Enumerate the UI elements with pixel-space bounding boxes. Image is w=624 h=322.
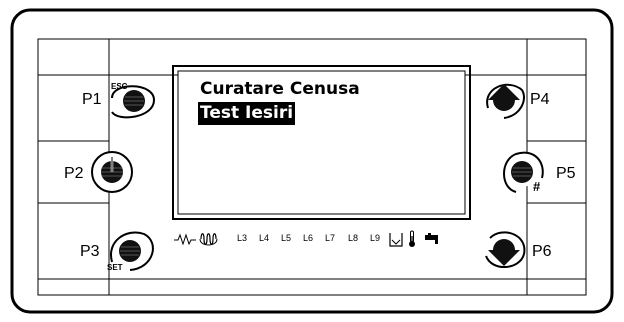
dot-icon: [123, 90, 145, 112]
indicator-row: L3 L4 L5 L6 L7 L8 L9: [174, 230, 474, 252]
resistor-icon: [174, 233, 196, 245]
tap-icon: [425, 233, 438, 244]
p2-power-button[interactable]: [88, 148, 136, 196]
lcd-display: Curatare Cenusa Test Iesiri: [180, 73, 463, 212]
p5-button-shape: [503, 151, 544, 193]
arrow-down-icon: [485, 231, 526, 268]
p3-set-button[interactable]: SET: [104, 226, 156, 274]
p5-label: P5: [556, 165, 576, 182]
lcd-line-1: Curatare Cenusa: [200, 81, 360, 98]
dot-icon: [511, 161, 533, 183]
dot-icon: [119, 240, 141, 262]
p4-label: P4: [530, 91, 550, 108]
thermometer-icon: [409, 230, 415, 247]
p2-label: P2: [64, 165, 84, 182]
p6-label: P6: [532, 243, 552, 260]
p1-esc-button[interactable]: ESC: [104, 78, 156, 122]
indicator-l3: L3: [237, 233, 248, 243]
p5-hash-button[interactable]: #: [500, 148, 548, 196]
ash-tray-icon: [389, 233, 403, 247]
power-icon: [91, 151, 133, 193]
esc-label: ESC: [111, 82, 128, 91]
p1-label: P1: [82, 91, 102, 108]
indicator-l8: L8: [348, 233, 359, 243]
p6-down-button[interactable]: [482, 226, 528, 272]
p3-label: P3: [80, 243, 100, 260]
set-label: SET: [107, 263, 123, 272]
lcd-line-2-text-selected: Test Iesiri: [198, 102, 296, 125]
indicator-l9: L9: [370, 233, 381, 243]
hash-label: #: [533, 179, 541, 194]
indicator-l4: L4: [259, 233, 270, 243]
arrow-up-icon: [486, 83, 525, 119]
lcd-line-1-text: Curatare Cenusa: [200, 79, 360, 99]
p4-up-button[interactable]: [482, 78, 528, 122]
lcd-line-2: Test Iesiri: [198, 102, 296, 125]
indicator-l5: L5: [281, 233, 292, 243]
coil-icon: [199, 233, 218, 246]
indicator-l6: L6: [303, 233, 314, 243]
indicator-l7: L7: [325, 233, 336, 243]
